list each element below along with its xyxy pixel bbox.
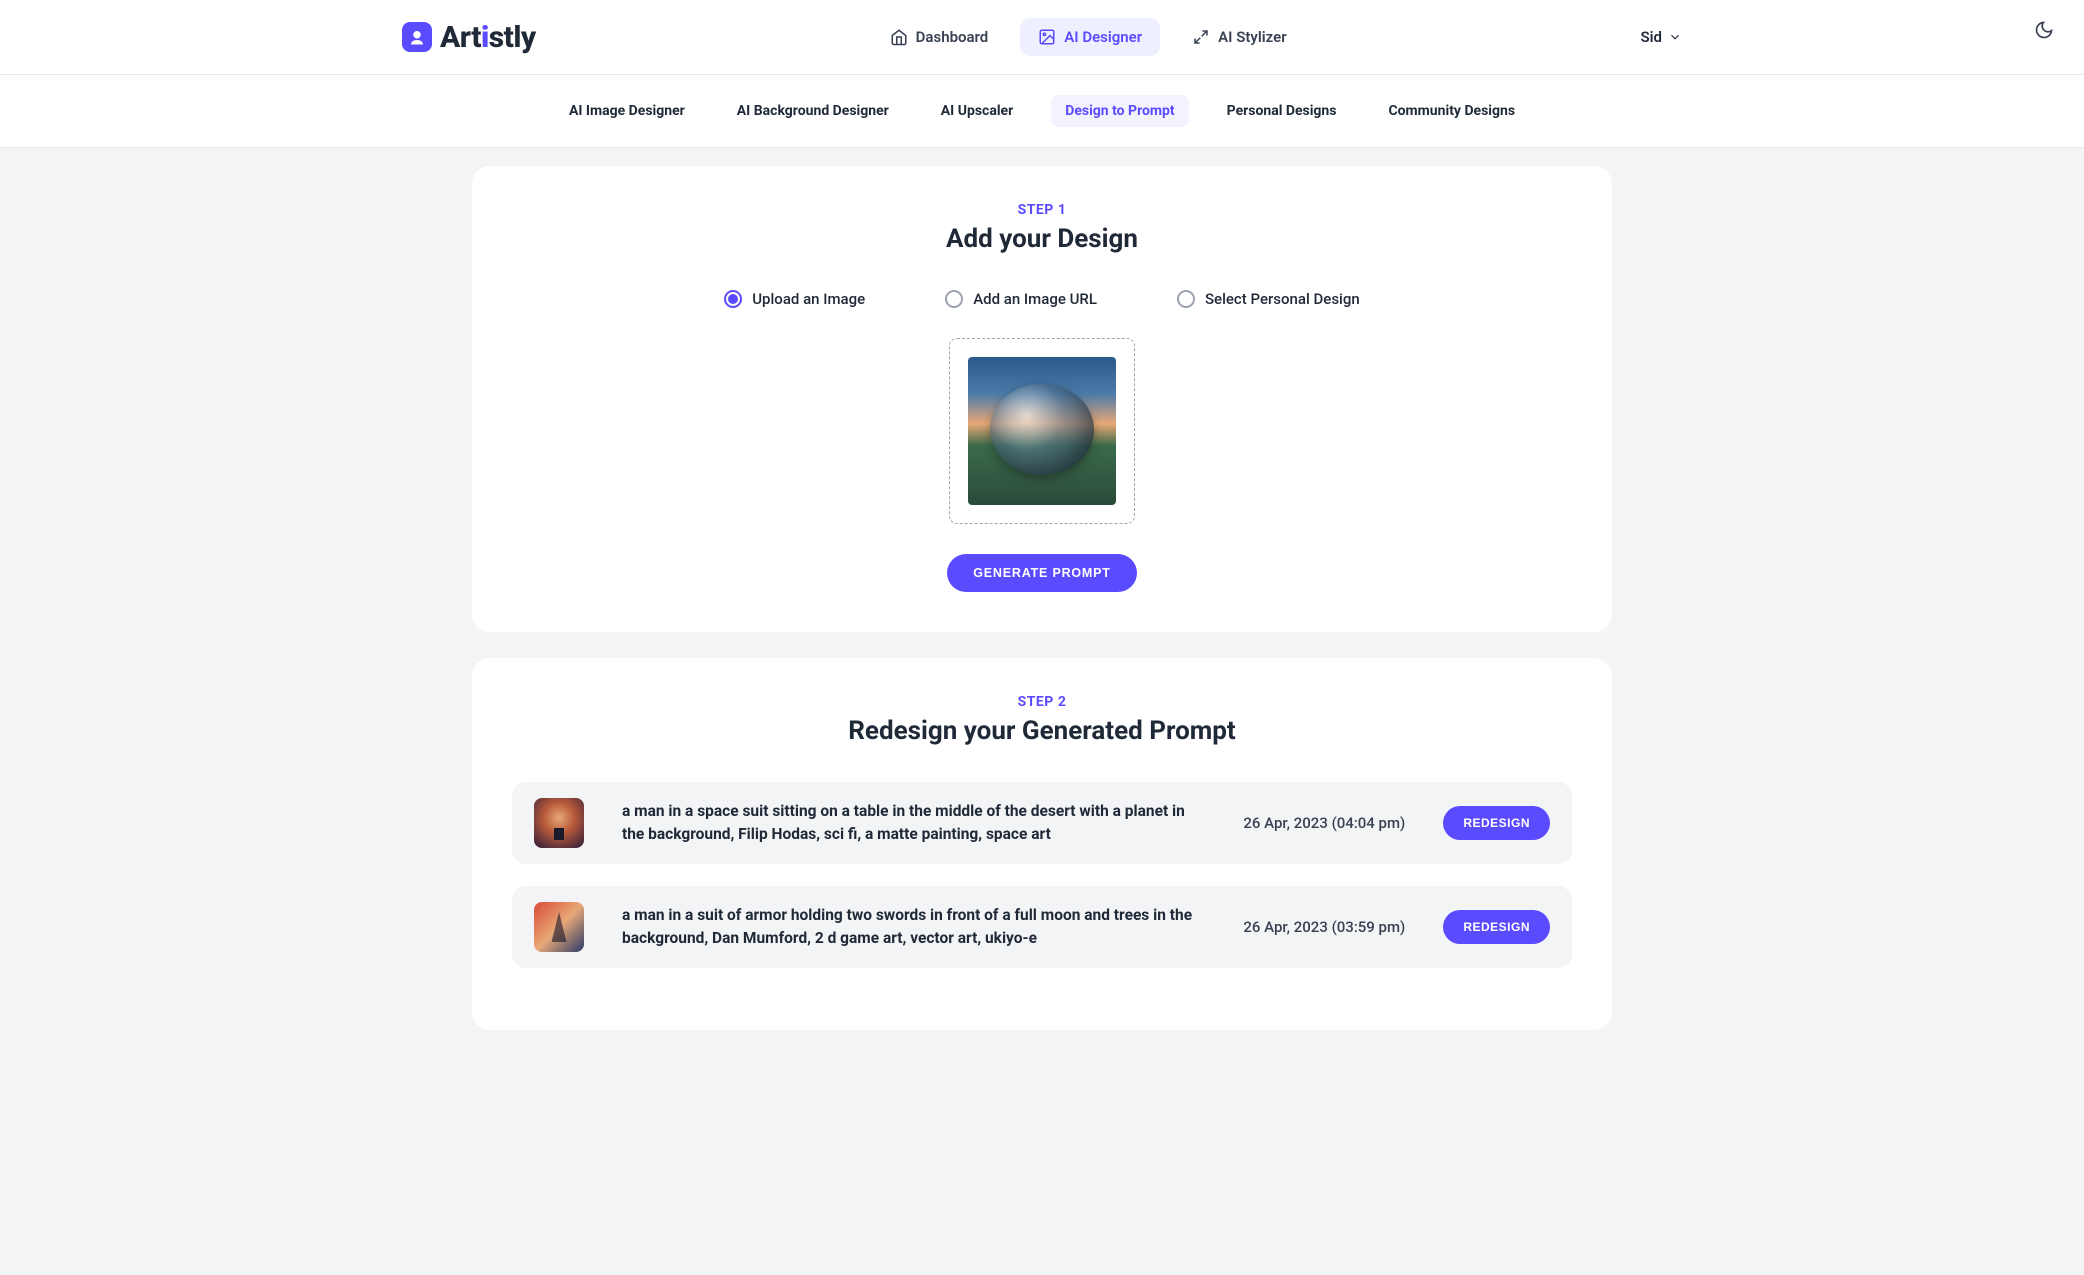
nav-dashboard[interactable]: Dashboard [872,18,1007,56]
prompt-date: 26 Apr, 2023 (04:04 pm) [1243,814,1405,832]
upload-preview-image [968,357,1116,505]
radio-label: Add an Image URL [973,290,1097,308]
step1-label: STEP 1 [512,202,1572,218]
step2-title: Redesign your Generated Prompt [512,716,1572,746]
home-icon [890,28,908,46]
nav-designer-label: AI Designer [1064,28,1142,46]
step2-card: STEP 2 Redesign your Generated Prompt a … [472,658,1612,1030]
theme-toggle[interactable] [2034,20,2054,44]
subnav-item-community-designs[interactable]: Community Designs [1374,95,1529,127]
logo[interactable]: Artistly [402,20,536,55]
chevron-down-icon [1668,30,1682,44]
step1-card: STEP 1 Add your Design Upload an Image Ad… [472,166,1612,632]
upload-dropzone[interactable] [949,338,1135,524]
generate-prompt-button[interactable]: GENERATE PROMPT [947,554,1136,592]
expand-icon [1192,28,1210,46]
radio-upload-an-image[interactable]: Upload an Image [724,290,865,308]
prompt-row: a man in a suit of armor holding two swo… [512,886,1572,968]
subnav-item-ai-upscaler[interactable]: AI Upscaler [927,95,1027,127]
nav-ai-stylizer[interactable]: AI Stylizer [1174,18,1304,56]
prompt-thumbnail [534,902,584,952]
user-menu[interactable]: Sid [1641,28,1683,46]
prompt-date: 26 Apr, 2023 (03:59 pm) [1243,918,1405,936]
user-name: Sid [1641,28,1663,46]
image-icon [1038,28,1056,46]
step2-label: STEP 2 [512,694,1572,710]
top-bar: Artistly Dashboard AI Designer AI Styliz… [0,0,2084,75]
redesign-button[interactable]: REDESIGN [1443,806,1550,840]
nav-dashboard-label: Dashboard [916,28,989,46]
moon-icon [2034,20,2054,40]
subnav-item-ai-image-designer[interactable]: AI Image Designer [555,95,699,127]
redesign-button[interactable]: REDESIGN [1443,910,1550,944]
radio-select-personal-design[interactable]: Select Personal Design [1177,290,1360,308]
radio-circle-icon [945,290,963,308]
prompt-thumbnail [534,798,584,848]
logo-mark-icon [402,22,432,52]
prompt-text: a man in a space suit sitting on a table… [622,800,1205,847]
nav-stylizer-label: AI Stylizer [1218,28,1286,46]
main-nav: Dashboard AI Designer AI Stylizer [872,18,1305,56]
subnav-item-personal-designs[interactable]: Personal Designs [1213,95,1351,127]
radio-label: Upload an Image [752,290,865,308]
radio-circle-icon [724,290,742,308]
prompt-text: a man in a suit of armor holding two swo… [622,904,1205,951]
subnav-item-design-to-prompt[interactable]: Design to Prompt [1051,95,1188,127]
sub-nav: AI Image Designer AI Background Designer A… [0,75,2084,148]
radio-add-an-image-url[interactable]: Add an Image URL [945,290,1097,308]
prompt-row: a man in a space suit sitting on a table… [512,782,1572,864]
nav-ai-designer[interactable]: AI Designer [1020,18,1160,56]
upload-mode-radios: Upload an Image Add an Image URL Select Pe… [512,290,1572,308]
radio-circle-icon [1177,290,1195,308]
brand-text: Artistly [440,20,536,55]
subnav-item-ai-background-designer[interactable]: AI Background Designer [723,95,903,127]
step1-title: Add your Design [512,224,1572,254]
radio-label: Select Personal Design [1205,290,1360,308]
